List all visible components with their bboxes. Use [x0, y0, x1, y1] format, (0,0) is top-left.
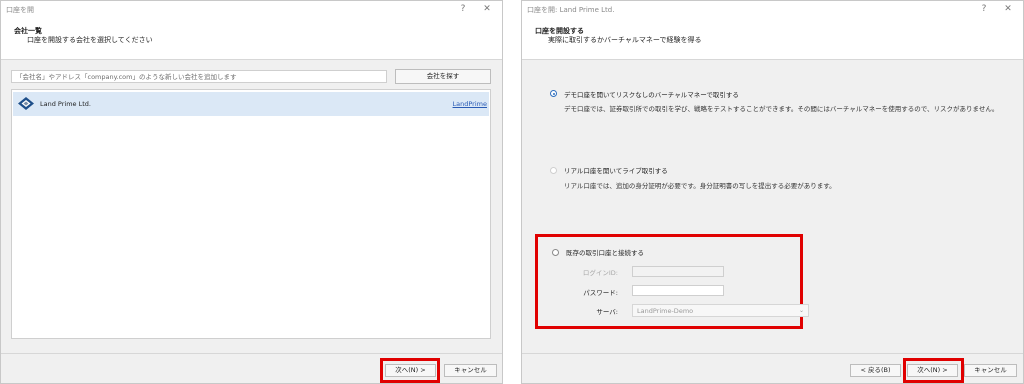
list-item[interactable]: Land Prime Ltd. LandPrime	[13, 92, 489, 116]
existing-account-radio[interactable]	[552, 249, 559, 256]
demo-account-description: デモ口座では、証券取引所での取引を学び、戦略をテストすることができます。その間に…	[564, 105, 999, 113]
title-bar: 口座を開 ? ✕	[1, 1, 502, 19]
close-icon[interactable]: ✕	[1001, 3, 1015, 15]
close-icon[interactable]: ✕	[480, 3, 494, 15]
company-link[interactable]: LandPrime	[453, 100, 487, 108]
header-subtitle: 口座を開設する会社を選択してください	[27, 36, 153, 44]
company-name: Land Prime Ltd.	[40, 100, 91, 108]
help-icon[interactable]: ?	[456, 3, 470, 15]
chevron-down-icon: ⌄	[798, 307, 804, 314]
password-input[interactable]	[632, 285, 724, 296]
find-company-button[interactable]: 会社を探す	[395, 69, 491, 84]
login-label: ログインID:	[582, 269, 618, 277]
window-title: 口座を開	[6, 6, 34, 14]
server-label: サーバ:	[596, 308, 618, 316]
next-button-highlight	[380, 358, 440, 383]
back-button[interactable]: < 戻る(B)	[850, 364, 901, 377]
real-account-label: リアル口座を開いてライブ取引する	[564, 167, 668, 175]
login-id-input[interactable]	[632, 266, 724, 277]
server-select[interactable]: LandPrime-Demo ⌄	[632, 304, 809, 317]
existing-account-highlight: 既存の取引口座と接続する ログインID: パスワード: サーバ: LandPri…	[535, 234, 809, 329]
window-title: 口座を開: Land Prime Ltd.	[527, 6, 615, 14]
demo-account-radio[interactable]	[550, 90, 557, 97]
demo-account-label: デモ口座を開いてリスクなしのバーチャルマネーで取引する	[564, 91, 739, 99]
cancel-button[interactable]: キャンセル	[964, 364, 1017, 377]
dialog-header: 口座を開設する 実際に取引するかバーチャルマネーで経験を得る	[522, 18, 1023, 60]
company-list-dialog: 口座を開 ? ✕ 会社一覧 口座を開設する会社を選択してください 「会社名」やア…	[0, 0, 503, 384]
server-value: LandPrime-Demo	[637, 307, 694, 315]
header-subtitle: 実際に取引するかバーチャルマネーで経験を得る	[548, 36, 702, 44]
existing-account-label: 既存の取引口座と接続する	[566, 249, 644, 257]
company-list: Land Prime Ltd. LandPrime	[11, 89, 491, 339]
next-button-highlight	[903, 358, 964, 383]
open-account-dialog: 口座を開: Land Prime Ltd. ? ✕ 口座を開設する 実際に取引す…	[521, 0, 1024, 384]
cancel-button[interactable]: キャンセル	[444, 364, 497, 377]
title-bar: 口座を開: Land Prime Ltd. ? ✕	[522, 1, 1023, 19]
help-icon[interactable]: ?	[977, 3, 991, 15]
real-account-radio[interactable]	[550, 167, 557, 174]
landprime-logo-icon	[18, 97, 34, 110]
password-label: パスワード:	[583, 289, 618, 297]
real-account-description: リアル口座では、追加の身分証明が必要です。身分証明書の写しを提出する必要がありま…	[564, 182, 836, 190]
dialog-header: 会社一覧 口座を開設する会社を選択してください	[1, 18, 502, 60]
company-search-input[interactable]: 「会社名」やアドレス「company.com」のような新しい会社を追加します	[11, 70, 387, 83]
